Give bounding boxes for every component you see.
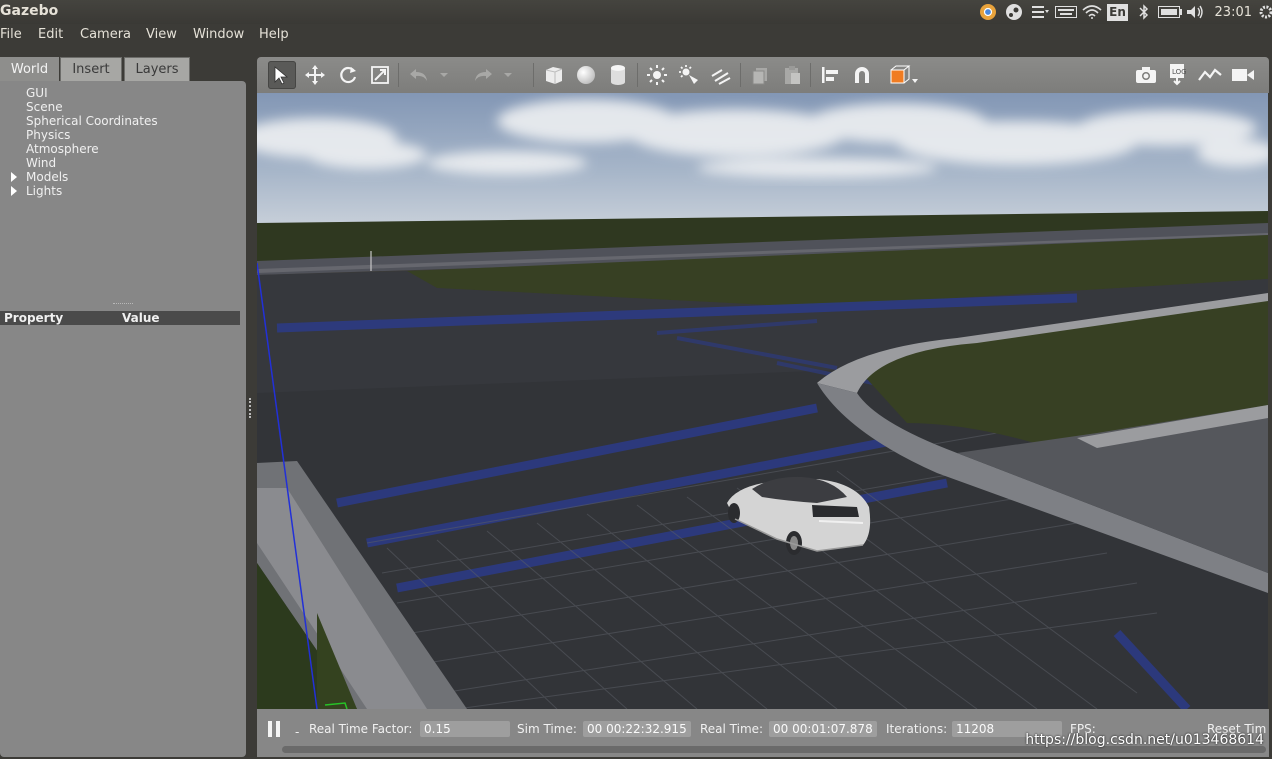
scale-mode-icon[interactable] — [366, 61, 394, 89]
align-icon[interactable] — [816, 61, 844, 89]
translate-mode-icon[interactable] — [301, 61, 329, 89]
sim-time-value: 00 00:22:32.915 — [583, 721, 691, 737]
plot-icon[interactable] — [1196, 61, 1224, 89]
copy-icon[interactable] — [746, 61, 774, 89]
change-view-icon[interactable] — [886, 61, 922, 89]
toolbar-separator — [810, 63, 811, 87]
keyboard-icon[interactable] — [1053, 0, 1079, 24]
snap-icon[interactable] — [848, 61, 876, 89]
redo-icon[interactable] — [469, 61, 497, 89]
tree-item-models[interactable]: Models — [26, 170, 68, 184]
real-time-label: Real Time: — [700, 722, 764, 736]
svg-text:LOG: LOG — [1172, 68, 1187, 76]
undo-history-icon[interactable] — [437, 61, 451, 89]
tab-world[interactable]: World — [0, 57, 59, 81]
input-method-icon[interactable] — [1027, 0, 1053, 24]
property-table-header: Property Value — [0, 311, 240, 325]
toolbar: LOG — [257, 57, 1269, 93]
keyboard-language-icon[interactable]: En — [1105, 0, 1131, 24]
scene-render — [257, 93, 1268, 709]
real-time-factor-value: 0.15 — [420, 721, 510, 737]
wifi-icon[interactable] — [1079, 0, 1105, 24]
step-button[interactable]: - — [295, 725, 299, 739]
record-video-icon[interactable] — [1229, 61, 1257, 89]
tab-insert[interactable]: Insert — [60, 57, 122, 81]
world-panel: GUI Scene Spherical Coordinates Physics … — [0, 81, 246, 757]
pause-icon[interactable] — [267, 720, 281, 742]
screenshot-icon[interactable] — [1132, 61, 1160, 89]
chrome-icon[interactable] — [975, 0, 1001, 24]
toolbar-separator — [533, 63, 534, 87]
battery-icon[interactable] — [1157, 0, 1183, 24]
sphere-shape-icon[interactable] — [572, 61, 600, 89]
rotate-mode-icon[interactable] — [334, 61, 362, 89]
tree-item-gui[interactable]: GUI — [26, 86, 48, 100]
volume-icon[interactable] — [1183, 0, 1209, 24]
select-mode-icon[interactable] — [268, 61, 296, 89]
3d-viewport[interactable] — [257, 93, 1268, 709]
real-time-value: 00 00:01:07.878 — [769, 721, 877, 737]
log-icon[interactable]: LOG — [1164, 61, 1192, 89]
menu-file[interactable]: File — [0, 27, 22, 42]
settings-icon[interactable] — [1258, 0, 1272, 24]
property-column-header: Property — [4, 311, 64, 325]
tree-item-physics[interactable]: Physics — [26, 128, 70, 142]
iterations-label: Iterations: — [886, 722, 948, 736]
panel-splitter-handle[interactable] — [113, 303, 133, 307]
tree-item-lights[interactable]: Lights — [26, 184, 62, 198]
toolbar-separator — [637, 63, 638, 87]
cylinder-shape-icon[interactable] — [604, 61, 632, 89]
menu-view[interactable]: View — [146, 27, 177, 42]
tree-item-atmosphere[interactable]: Atmosphere — [26, 142, 99, 156]
toolbar-separator — [740, 63, 741, 87]
directional-light-icon[interactable] — [707, 61, 735, 89]
tab-layers[interactable]: Layers — [124, 57, 190, 81]
menu-camera[interactable]: Camera — [80, 27, 131, 42]
tree-item-scene[interactable]: Scene — [26, 100, 63, 114]
value-column-header: Value — [122, 311, 160, 325]
tree-item-wind[interactable]: Wind — [26, 156, 56, 170]
menu-help[interactable]: Help — [259, 27, 289, 42]
real-time-factor-label: Real Time Factor: — [309, 722, 413, 736]
system-tray: En 23:01 — [975, 0, 1272, 24]
spot-light-icon[interactable] — [675, 61, 703, 89]
language-label: En — [1107, 3, 1128, 21]
paste-icon[interactable] — [778, 61, 806, 89]
toolbar-separator — [398, 63, 399, 87]
undo-icon[interactable] — [405, 61, 433, 89]
system-top-panel: Gazebo En 23:01 — [0, 0, 1272, 24]
clock[interactable]: 23:01 — [1209, 5, 1258, 20]
app-title: Gazebo — [0, 3, 59, 19]
bluetooth-icon[interactable] — [1131, 0, 1157, 24]
menu-edit[interactable]: Edit — [38, 27, 63, 42]
watermark-text: https://blog.csdn.net/u013468614 — [1025, 732, 1264, 748]
box-shape-icon[interactable] — [540, 61, 568, 89]
expand-arrow-icon[interactable] — [11, 172, 17, 182]
tree-item-spherical-coordinates[interactable]: Spherical Coordinates — [26, 114, 158, 128]
expand-arrow-icon[interactable] — [11, 186, 17, 196]
vertical-splitter-handle[interactable] — [249, 398, 254, 418]
menu-window[interactable]: Window — [193, 27, 244, 42]
redo-history-icon[interactable] — [501, 61, 515, 89]
menubar: File Edit Camera View Window Help — [0, 24, 1272, 46]
sim-time-label: Sim Time: — [517, 722, 577, 736]
steam-icon[interactable] — [1001, 0, 1027, 24]
point-light-icon[interactable] — [643, 61, 671, 89]
